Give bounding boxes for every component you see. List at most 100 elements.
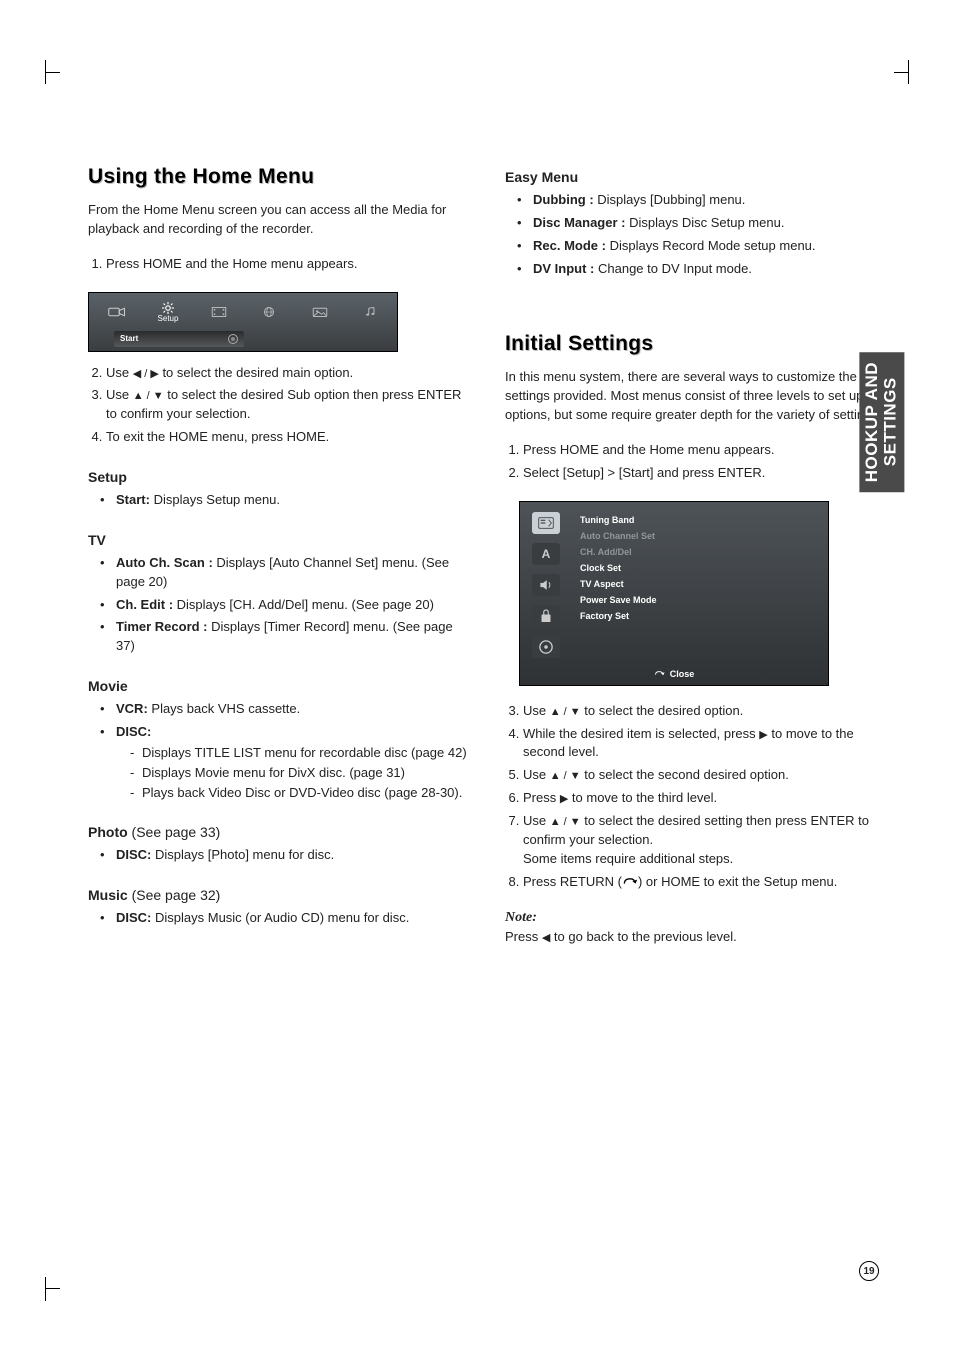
easy-menu-list: Dubbing : Displays [Dubbing] menu. Disc M…: [505, 191, 886, 278]
note-text: Press ◀ to go back to the previous level…: [505, 928, 886, 946]
settings-icon-column: A: [532, 512, 570, 658]
tv-list: Auto Ch. Scan : Displays [Auto Channel S…: [88, 554, 469, 656]
step-item: Press HOME and the Home menu appears.: [523, 441, 886, 460]
section-tab-line1: HOOKUP AND: [862, 362, 881, 482]
movie-heading: Movie: [88, 678, 469, 694]
sub-list-item: Displays TITLE LIST menu for recordable …: [130, 744, 469, 762]
step-item: To exit the HOME menu, press HOME.: [106, 428, 469, 447]
note-label: Note:: [505, 910, 886, 926]
arrow-glyph: ◀ / ▶: [133, 367, 159, 383]
heading-using-home-menu: Using the Home Menu: [88, 165, 469, 189]
step-item: Use ▲ / ▼ to select the desired setting …: [523, 812, 886, 869]
list-item-label: Start:: [116, 492, 150, 507]
setup-icon-label: Setup: [158, 314, 179, 323]
crop-mark: [45, 60, 59, 84]
movie-icon: [202, 297, 235, 327]
list-item: Timer Record : Displays [Timer Record] m…: [100, 618, 469, 656]
section-tab: HOOKUP AND SETTINGS: [859, 352, 904, 492]
return-icon: [622, 876, 638, 888]
movie-list: VCR: Plays back VHS cassette. DISC: Displa…: [88, 700, 469, 802]
settings-lock-icon: [532, 605, 560, 627]
settings-option: Clock Set: [580, 560, 738, 576]
intro-text: From the Home Menu screen you can access…: [88, 201, 469, 239]
list-item: DV Input : Change to DV Input mode.: [517, 260, 886, 279]
list-item: Ch. Edit : Displays [CH. Add/Del] menu. …: [100, 596, 469, 615]
photo-heading-note: (See page 33): [128, 824, 221, 840]
list-item-text: Change to DV Input mode.: [594, 261, 752, 276]
step-item: Use ◀ / ▶ to select the desired main opt…: [106, 364, 469, 383]
step-item: Press RETURN () or HOME to exit the Setu…: [523, 873, 886, 892]
list-item: Dubbing : Displays [Dubbing] menu.: [517, 191, 886, 210]
settings-option: Tuning Band: [580, 512, 738, 528]
initial-steps-b: Use ▲ / ▼ to select the desired option. W…: [505, 702, 886, 892]
menu-icon-row: Setup: [89, 293, 397, 329]
settings-option: TV Aspect: [580, 576, 738, 592]
list-item-text: Displays [CH. Add/Del] menu. (See page 2…: [173, 597, 434, 612]
list-item: Disc Manager : Displays Disc Setup menu.: [517, 214, 886, 233]
step-item: Use ▲ / ▼ to select the desired Sub opti…: [106, 386, 469, 424]
list-item-text: Displays Setup menu.: [150, 492, 280, 507]
settings-close-label: Close: [670, 669, 695, 679]
music-heading-note: (See page 32): [128, 887, 221, 903]
settings-general-icon: [532, 512, 560, 534]
list-item: Start: Displays Setup menu.: [100, 491, 469, 510]
list-item: DISC: Displays TITLE LIST menu for record…: [100, 723, 469, 802]
settings-option: CH. Add/Del: [580, 544, 738, 560]
list-item-text: Plays back VHS cassette.: [148, 701, 300, 716]
home-menu-screenshot: Setup Start: [88, 292, 398, 352]
settings-disc-icon: [532, 636, 560, 658]
sub-list: Displays TITLE LIST menu for recordable …: [116, 744, 469, 803]
music-heading-label: Music: [88, 887, 128, 903]
page-number: 19: [859, 1261, 879, 1281]
list-item-text: Displays Record Mode setup menu.: [606, 238, 816, 253]
sub-list-item: Plays back Video Disc or DVD-Video disc …: [130, 784, 469, 802]
page: HOOKUP AND SETTINGS Using the Home Menu …: [0, 0, 954, 1351]
list-item-label: Timer Record :: [116, 619, 208, 634]
arrow-glyph: ▲ / ▼: [550, 769, 581, 785]
steps-list-2: Use ◀ / ▶ to select the desired main opt…: [88, 364, 469, 448]
steps-list-1: Press HOME and the Home menu appears.: [88, 255, 469, 274]
setup-icon: Setup: [152, 297, 185, 327]
settings-menu-screenshot: A Tuning BandAuto Channel SetCH. Add/Del…: [519, 501, 829, 686]
step-item: While the desired item is selected, pres…: [523, 725, 886, 763]
setup-list: Start: Displays Setup menu.: [88, 491, 469, 510]
settings-close-hint: Close: [654, 669, 695, 679]
list-item-label: Rec. Mode :: [533, 238, 606, 253]
heading-initial-settings: Initial Settings: [505, 332, 886, 356]
setup-heading: Setup: [88, 469, 469, 485]
enter-indicator-icon: [228, 334, 238, 344]
section-tab-line2: SETTINGS: [880, 378, 899, 467]
sub-list-item: Displays Movie menu for DivX disc. (page…: [130, 764, 469, 782]
arrow-glyph: ▲ / ▼: [550, 815, 581, 831]
initial-steps-a: Press HOME and the Home menu appears. Sel…: [505, 441, 886, 483]
list-item: Rec. Mode : Displays Record Mode setup m…: [517, 237, 886, 256]
step-item: Use ▲ / ▼ to select the desired option.: [523, 702, 886, 721]
list-item-label: Auto Ch. Scan :: [116, 555, 213, 570]
settings-option: Power Save Mode: [580, 592, 738, 608]
list-item: VCR: Plays back VHS cassette.: [100, 700, 469, 719]
list-item: DISC: Displays Music (or Audio CD) menu …: [100, 909, 469, 928]
tv-heading: TV: [88, 532, 469, 548]
photo-heading: Photo (See page 33): [88, 824, 469, 840]
photo-icon: [304, 297, 337, 327]
list-item: DISC: Displays [Photo] menu for disc.: [100, 846, 469, 865]
settings-audio-icon: [532, 574, 560, 596]
step-item: Press HOME and the Home menu appears.: [106, 255, 469, 274]
photo-list: DISC: Displays [Photo] menu for disc.: [88, 846, 469, 865]
music-heading: Music (See page 32): [88, 887, 469, 903]
crop-mark: [45, 1277, 59, 1301]
list-item-label: DISC:: [116, 724, 151, 739]
music-list: DISC: Displays Music (or Audio CD) menu …: [88, 909, 469, 928]
list-item: Auto Ch. Scan : Displays [Auto Channel S…: [100, 554, 469, 592]
easy-menu-heading: Easy Menu: [505, 169, 886, 185]
step-item: Select [Setup] > [Start] and press ENTER…: [523, 464, 886, 483]
step-item: Press ▶ to move to the third level.: [523, 789, 886, 808]
camcorder-icon: [101, 297, 134, 327]
content-columns: Using the Home Menu From the Home Menu s…: [80, 60, 894, 946]
start-submenu: Start: [114, 331, 244, 347]
list-item-label: DV Input :: [533, 261, 594, 276]
list-item-text: Displays Disc Setup menu.: [625, 215, 784, 230]
list-item-text: Displays Music (or Audio CD) menu for di…: [151, 910, 409, 925]
list-item-label: Ch. Edit :: [116, 597, 173, 612]
settings-option: Auto Channel Set: [580, 528, 738, 544]
